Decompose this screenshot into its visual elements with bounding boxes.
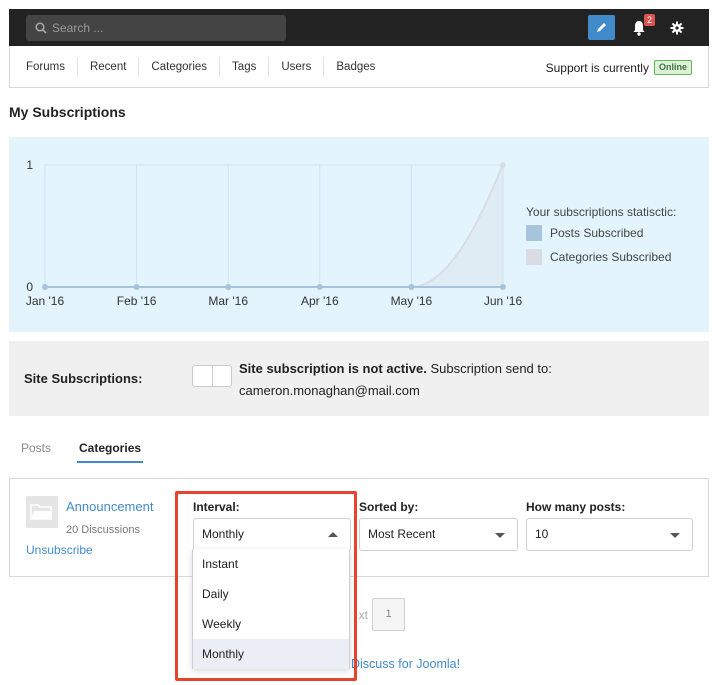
site-subscription-toggle[interactable]	[192, 365, 232, 387]
caret-down-icon	[495, 533, 505, 538]
data-point	[500, 162, 506, 168]
nav-links: Forums Recent Categories Tags Users Badg…	[14, 57, 387, 77]
category-name-link[interactable]: Announcement	[66, 499, 153, 514]
subscription-tabs: Posts Categories	[9, 441, 157, 463]
site-subscriptions-panel: Site Subscriptions: Site subscription is…	[9, 341, 709, 416]
sorted-by-label: Sorted by:	[359, 500, 419, 514]
posts-count-value: 10	[535, 527, 549, 541]
sorted-by-value: Most Recent	[368, 527, 436, 541]
nav-badges[interactable]: Badges	[324, 57, 387, 77]
data-point	[500, 284, 506, 290]
posts-count-label: How many posts:	[526, 500, 626, 514]
x-tick-label: Jan '16	[26, 294, 65, 308]
interval-dropdown-menu: Instant Daily Weekly Monthly	[192, 549, 350, 669]
category-discussions: 20 Discussions	[66, 524, 140, 536]
posts-count-select[interactable]: 10	[526, 518, 693, 551]
chart-legend: Your subscriptions statisctic: Posts Sub…	[526, 205, 676, 273]
interval-option-daily[interactable]: Daily	[193, 579, 349, 609]
sorted-by-select[interactable]: Most Recent	[359, 518, 518, 551]
site-subscription-status: Site subscription is not active. Subscri…	[239, 358, 639, 402]
page-title: My Subscriptions	[9, 104, 126, 120]
interval-option-instant[interactable]: Instant	[193, 549, 349, 579]
support-status: Support is currently Online	[546, 60, 692, 75]
legend-swatch-categories	[526, 249, 542, 265]
interval-option-weekly[interactable]: Weekly	[193, 609, 349, 639]
caret-up-icon	[328, 532, 338, 537]
nav-forums[interactable]: Forums	[14, 57, 78, 77]
site-status-bold: Site subscription is not active.	[239, 361, 427, 376]
notification-count-badge: 2	[644, 14, 655, 26]
data-point	[225, 284, 232, 290]
search-box[interactable]	[26, 15, 286, 41]
tab-categories[interactable]: Categories	[77, 441, 144, 463]
data-point	[133, 284, 140, 290]
unsubscribe-link[interactable]: Unsubscribe	[26, 543, 93, 557]
toggle-knob	[212, 366, 213, 386]
nav-recent[interactable]: Recent	[78, 57, 140, 77]
pencil-icon	[597, 23, 606, 32]
site-subscriptions-label: Site Subscriptions:	[24, 371, 143, 386]
online-badge: Online	[653, 60, 692, 75]
compose-button[interactable]	[588, 15, 615, 40]
subscriptions-chart-panel: 0 1 Jan '16 Feb '16 Mar '16 Apr '16 May '16 Jun…	[9, 137, 709, 332]
support-text: Support is currently	[545, 60, 649, 75]
x-tick-label: Jun '16	[484, 294, 523, 308]
gear-icon[interactable]	[670, 21, 684, 35]
x-tick-label: Mar '16	[208, 294, 248, 308]
legend-title: Your subscriptions statisctic:	[526, 205, 677, 219]
data-point	[408, 284, 415, 290]
category-subscription-row: Announcement 20 Discussions Unsubscribe …	[9, 478, 709, 577]
interval-value: Monthly	[202, 527, 245, 541]
series-area	[45, 165, 503, 287]
top-bar: 2	[9, 9, 709, 46]
interval-label: Interval:	[193, 500, 240, 514]
x-tick-label: Apr '16	[301, 294, 339, 308]
legend-label-posts: Posts Subscribed	[550, 226, 644, 240]
legend-item-categories: Categories Subscribed	[526, 249, 676, 265]
series-line	[44, 164, 504, 288]
y-tick-label: 1	[26, 158, 33, 172]
nav-categories[interactable]: Categories	[139, 57, 221, 77]
search-icon	[35, 22, 47, 34]
x-tick-label: Feb '16	[117, 294, 157, 308]
data-point	[316, 284, 323, 290]
data-point	[42, 284, 48, 290]
x-tick-label: May '16	[391, 294, 433, 308]
legend-swatch-posts	[526, 225, 542, 241]
subscription-email: cameron.monaghan@mail.com	[239, 383, 420, 398]
footer-powered-by-link[interactable]: Discuss for Joomla!	[351, 657, 460, 671]
site-status-rest: Subscription send to:	[426, 361, 552, 376]
tab-posts[interactable]: Posts	[9, 441, 63, 463]
interval-option-monthly[interactable]: Monthly	[193, 639, 349, 669]
legend-label-categories: Categories Subscribed	[550, 250, 672, 264]
folder-icon	[26, 496, 58, 528]
caret-down-icon	[670, 533, 680, 538]
y-tick-label: 0	[26, 280, 33, 294]
nav-tags[interactable]: Tags	[220, 57, 270, 77]
nav-bar: Forums Recent Categories Tags Users Badg…	[9, 46, 709, 88]
nav-users[interactable]: Users	[269, 57, 325, 77]
search-input[interactable]	[52, 19, 277, 37]
legend-item-posts: Posts Subscribed	[526, 225, 676, 241]
interval-select[interactable]: Monthly	[193, 518, 351, 551]
pagination-page-1[interactable]: 1	[372, 598, 405, 631]
